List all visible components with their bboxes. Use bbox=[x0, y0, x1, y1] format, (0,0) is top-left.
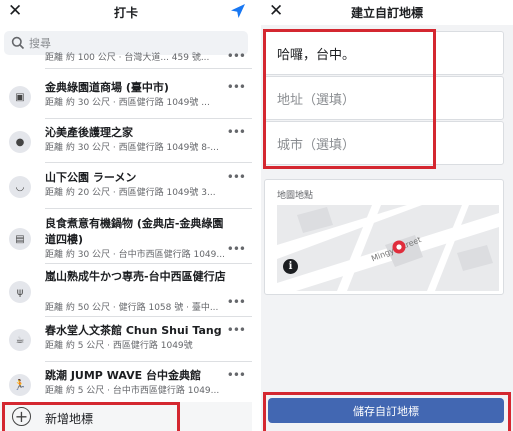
map-card: 地圖地點 Mingyi Street bbox=[264, 179, 504, 295]
map-label: 地圖地點 bbox=[277, 191, 314, 201]
place-distance: 距離 約 30 公尺 · 西區健行路 1049號 8-... bbox=[45, 143, 219, 153]
create-place-header: ✕ 建立自訂地標 bbox=[261, 0, 513, 25]
list-item[interactable]: ☕ 春水堂人文茶館 Chun Shui Tang 距離 約 5 公尺 · 西區健… bbox=[0, 323, 252, 355]
close-icon[interactable]: ✕ bbox=[269, 1, 283, 21]
divider bbox=[45, 118, 252, 119]
shopping-bag-icon: ▣ bbox=[9, 86, 31, 108]
place-name: 良食煮意有機鍋物 (金典店-金典綠園道四樓) bbox=[45, 217, 224, 246]
place-name: 山下公園 ラーメン bbox=[45, 171, 137, 184]
highlight-box bbox=[263, 392, 511, 431]
close-icon[interactable]: ✕ bbox=[8, 1, 22, 21]
place-name: 金典綠園道商場 (臺中市) bbox=[45, 81, 169, 94]
list-item[interactable]: ψ 嵐山熟成牛かつ専売-台中西區健行店 距離 約 50 公尺 · 健行路 105… bbox=[0, 269, 252, 317]
highlight-box bbox=[2, 402, 180, 431]
more-options-icon[interactable]: ••• bbox=[227, 49, 246, 63]
more-options-icon[interactable]: ••• bbox=[227, 295, 246, 309]
list-item[interactable]: 🏃 跳潮 JUMP WAVE 台中金典館 距離 約 5 公尺 · 台中市西區健行… bbox=[0, 368, 252, 400]
list-item[interactable]: ● 沁美產後護理之家 距離 約 30 公尺 · 西區健行路 1049號 8-..… bbox=[0, 125, 252, 157]
more-options-icon[interactable]: ••• bbox=[227, 323, 246, 337]
divider bbox=[45, 208, 252, 209]
list-item[interactable]: ▤ 良食煮意有機鍋物 (金典店-金典綠園道四樓) 距離 約 30 公尺 · 台中… bbox=[0, 216, 252, 264]
location-arrow-icon[interactable] bbox=[229, 2, 247, 20]
check-in-panel: ✕ 打卡 搜尋 距離 約 100 公尺 · 台灣大道... 459 號... •… bbox=[0, 0, 252, 431]
divider bbox=[45, 162, 252, 163]
map-pin-icon: ● bbox=[9, 131, 31, 153]
check-in-title: 打卡 bbox=[113, 6, 138, 20]
map-pin-icon bbox=[392, 240, 406, 254]
check-in-header: ✕ 打卡 bbox=[0, 0, 252, 25]
list-item[interactable]: ▣ 金典綠園道商場 (臺中市) 距離 約 30 公尺 · 西區健行路 1049號… bbox=[0, 80, 252, 112]
place-name: 春水堂人文茶館 Chun Shui Tang bbox=[45, 324, 222, 337]
info-icon[interactable]: i bbox=[283, 259, 298, 274]
more-options-icon[interactable]: ••• bbox=[227, 170, 246, 184]
highlight-box bbox=[263, 29, 436, 169]
bowl-icon: ◡ bbox=[9, 176, 31, 198]
search-icon bbox=[11, 36, 25, 50]
more-options-icon[interactable]: ••• bbox=[227, 242, 246, 256]
place-distance: 距離 約 30 公尺 · 台中市西區健行路 1049... bbox=[45, 250, 225, 260]
place-name: 沁美產後護理之家 bbox=[45, 126, 133, 139]
place-distance: 距離 約 5 公尺 · 台中市西區健行路 1049... bbox=[45, 386, 220, 396]
search-placeholder: 搜尋 bbox=[29, 37, 51, 50]
place-distance: 距離 約 30 公尺 · 西區健行路 1049號 ... bbox=[45, 98, 210, 108]
divider bbox=[252, 0, 261, 431]
create-place-title: 建立自訂地標 bbox=[350, 6, 423, 20]
more-options-icon[interactable]: ••• bbox=[227, 80, 246, 94]
utensils-icon: ψ bbox=[9, 281, 31, 303]
divider bbox=[45, 361, 252, 362]
place-distance: 距離 約 5 公尺 · 西區健行路 1049號 bbox=[45, 341, 193, 351]
teacup-icon: ☕ bbox=[9, 329, 31, 351]
place-name: 跳潮 JUMP WAVE 台中金典館 bbox=[45, 369, 201, 382]
divider bbox=[45, 68, 252, 69]
place-distance: 距離 約 20 公尺 · 西區健行路 1049號 3... bbox=[45, 188, 216, 198]
runner-icon: 🏃 bbox=[9, 374, 31, 396]
divider bbox=[45, 316, 252, 317]
more-options-icon[interactable]: ••• bbox=[227, 368, 246, 382]
place-distance: 距離 約 50 公尺 · 健行路 1058 號 · 臺中... bbox=[45, 303, 219, 313]
place-name: 嵐山熟成牛かつ専売-台中西區健行店 bbox=[45, 270, 226, 283]
map-view[interactable]: Mingyi Street bbox=[277, 205, 499, 291]
cooking-pot-icon: ▤ bbox=[9, 228, 31, 250]
more-options-icon[interactable]: ••• bbox=[227, 125, 246, 139]
place-distance: 距離 約 100 公尺 · 台灣大道... 459 號... bbox=[45, 53, 210, 63]
create-place-panel: ✕ 建立自訂地標 哈囉，台中。 地址（選填） 城市（選填） 地圖地點 Mingy… bbox=[261, 0, 513, 431]
list-item[interactable]: ◡ 山下公園 ラーメン 距離 約 20 公尺 · 西區健行路 1049號 3..… bbox=[0, 170, 252, 202]
list-item[interactable]: 距離 約 100 公尺 · 台灣大道... 459 號... ••• bbox=[0, 49, 252, 66]
divider bbox=[45, 263, 252, 264]
